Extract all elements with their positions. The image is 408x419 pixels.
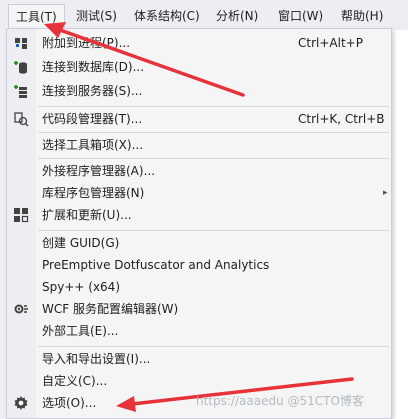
annotation-arrows — [44, 22, 354, 412]
watermark-text: https://aaaedu @51CTO博客 — [196, 394, 364, 408]
red-arrow-to-tools-menu — [44, 22, 245, 97]
